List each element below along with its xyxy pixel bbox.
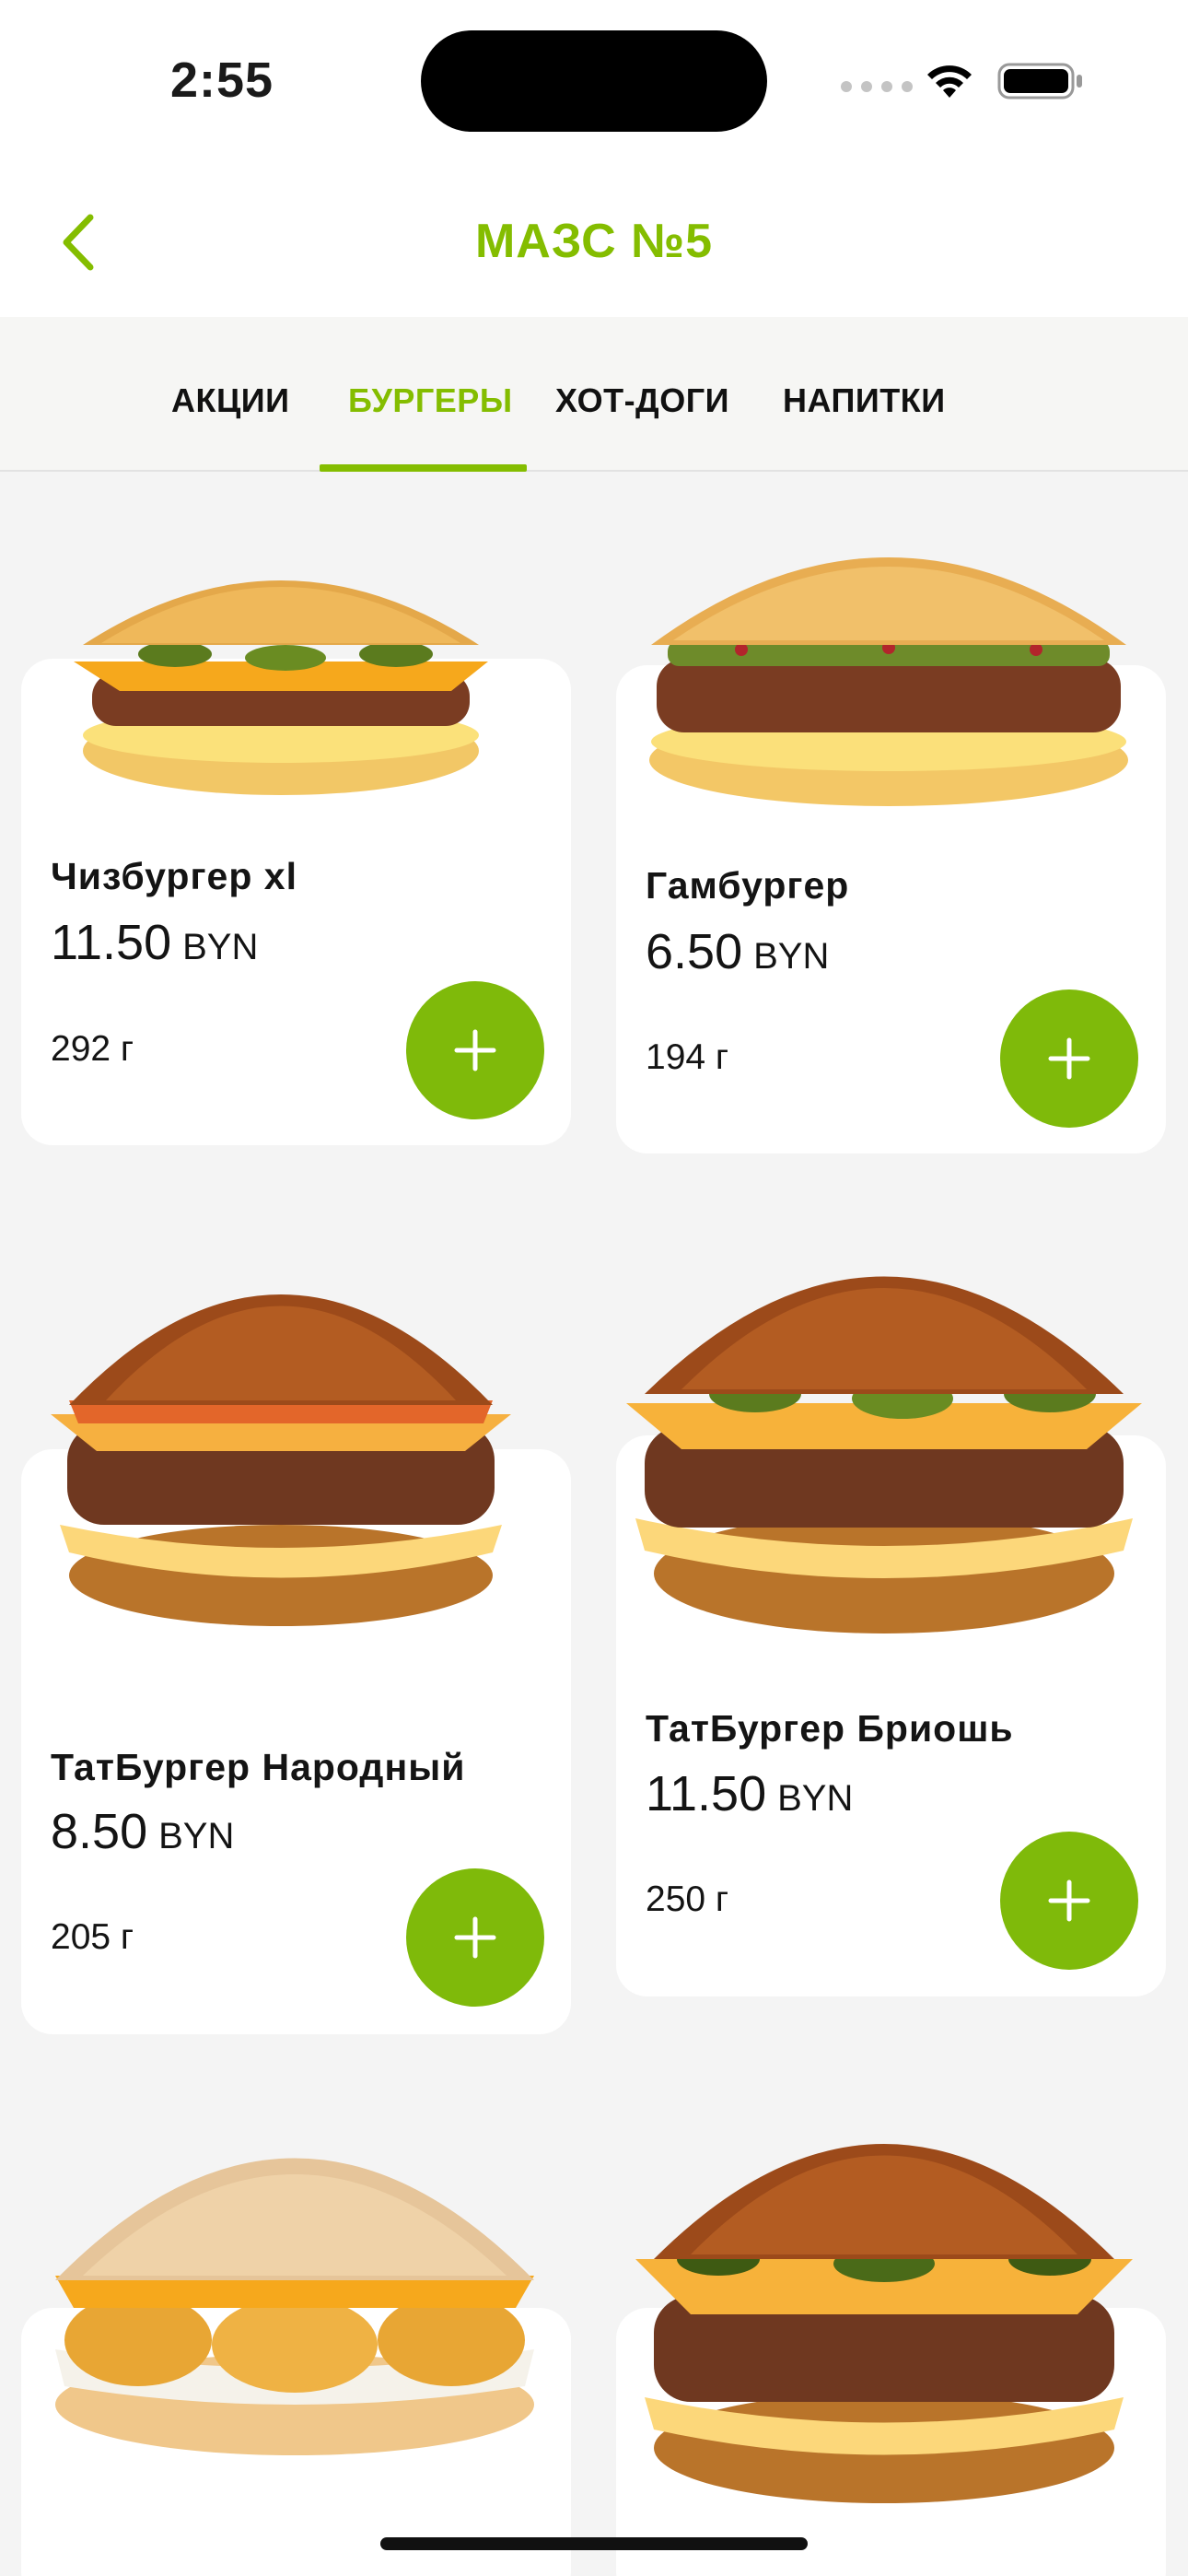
tatburger-narodny-image	[51, 1294, 511, 1626]
plus-icon	[1048, 1879, 1090, 1922]
cellular-signal-icon	[841, 81, 913, 92]
product-price: 11.50 BYN	[51, 915, 259, 970]
hamburger-image	[649, 557, 1128, 806]
tab-burgers[interactable]: БУРГЕРЫ	[348, 381, 513, 420]
tab-promotions[interactable]: АКЦИИ	[171, 381, 290, 420]
product-name: ТатБургер Бриошь	[646, 1707, 1014, 1750]
plus-icon	[454, 1916, 496, 1959]
active-tab-indicator	[320, 464, 527, 472]
add-to-cart-button[interactable]	[406, 981, 544, 1119]
category-tabs: АКЦИИ БУРГЕРЫ ХОТ-ДОГИ НАПИТКИ	[0, 317, 1188, 472]
top-bar: 2:55 МАЗС №5	[0, 0, 1188, 317]
product-name: Гамбургер	[646, 864, 850, 907]
product-name: ТатБургер Народный	[51, 1746, 466, 1788]
cheeseburger-xl-image	[74, 580, 488, 795]
header: МАЗС №5	[0, 166, 1188, 317]
jalapeno-burger-image	[635, 2144, 1133, 2503]
product-weight: 205 г	[51, 1917, 134, 1957]
add-to-cart-button[interactable]	[406, 1868, 544, 2007]
tab-hot-dogs[interactable]: ХОТ-ДОГИ	[555, 381, 729, 420]
dynamic-island	[421, 30, 767, 132]
page-title: МАЗС №5	[474, 215, 714, 268]
add-to-cart-button[interactable]	[1000, 1832, 1138, 1970]
product-price: 8.50 BYN	[51, 1804, 235, 1859]
home-indicator	[380, 2537, 808, 2550]
screen: 2:55 МАЗС №5 АКЦИИ БУРГЕРЫ ХОТ-ДОГИ НАПИ…	[0, 0, 1188, 2576]
status-time: 2:55	[170, 53, 274, 108]
add-to-cart-button[interactable]	[1000, 989, 1138, 1128]
product-price: 6.50 BYN	[646, 924, 830, 979]
battery-icon	[997, 63, 1082, 100]
wifi-icon	[927, 65, 972, 98]
product-weight: 292 г	[51, 1029, 134, 1069]
product-name: Чизбургер xl	[51, 855, 297, 897]
plus-icon	[1048, 1037, 1090, 1080]
tab-drinks[interactable]: НАПИТКИ	[783, 381, 946, 420]
product-price: 11.50 BYN	[646, 1766, 854, 1821]
plus-icon	[454, 1029, 496, 1071]
product-weight: 194 г	[646, 1037, 729, 1077]
chicken-burger-image	[55, 2158, 534, 2455]
product-weight: 250 г	[646, 1879, 729, 1919]
tatburger-brioche-image	[626, 1276, 1142, 1633]
